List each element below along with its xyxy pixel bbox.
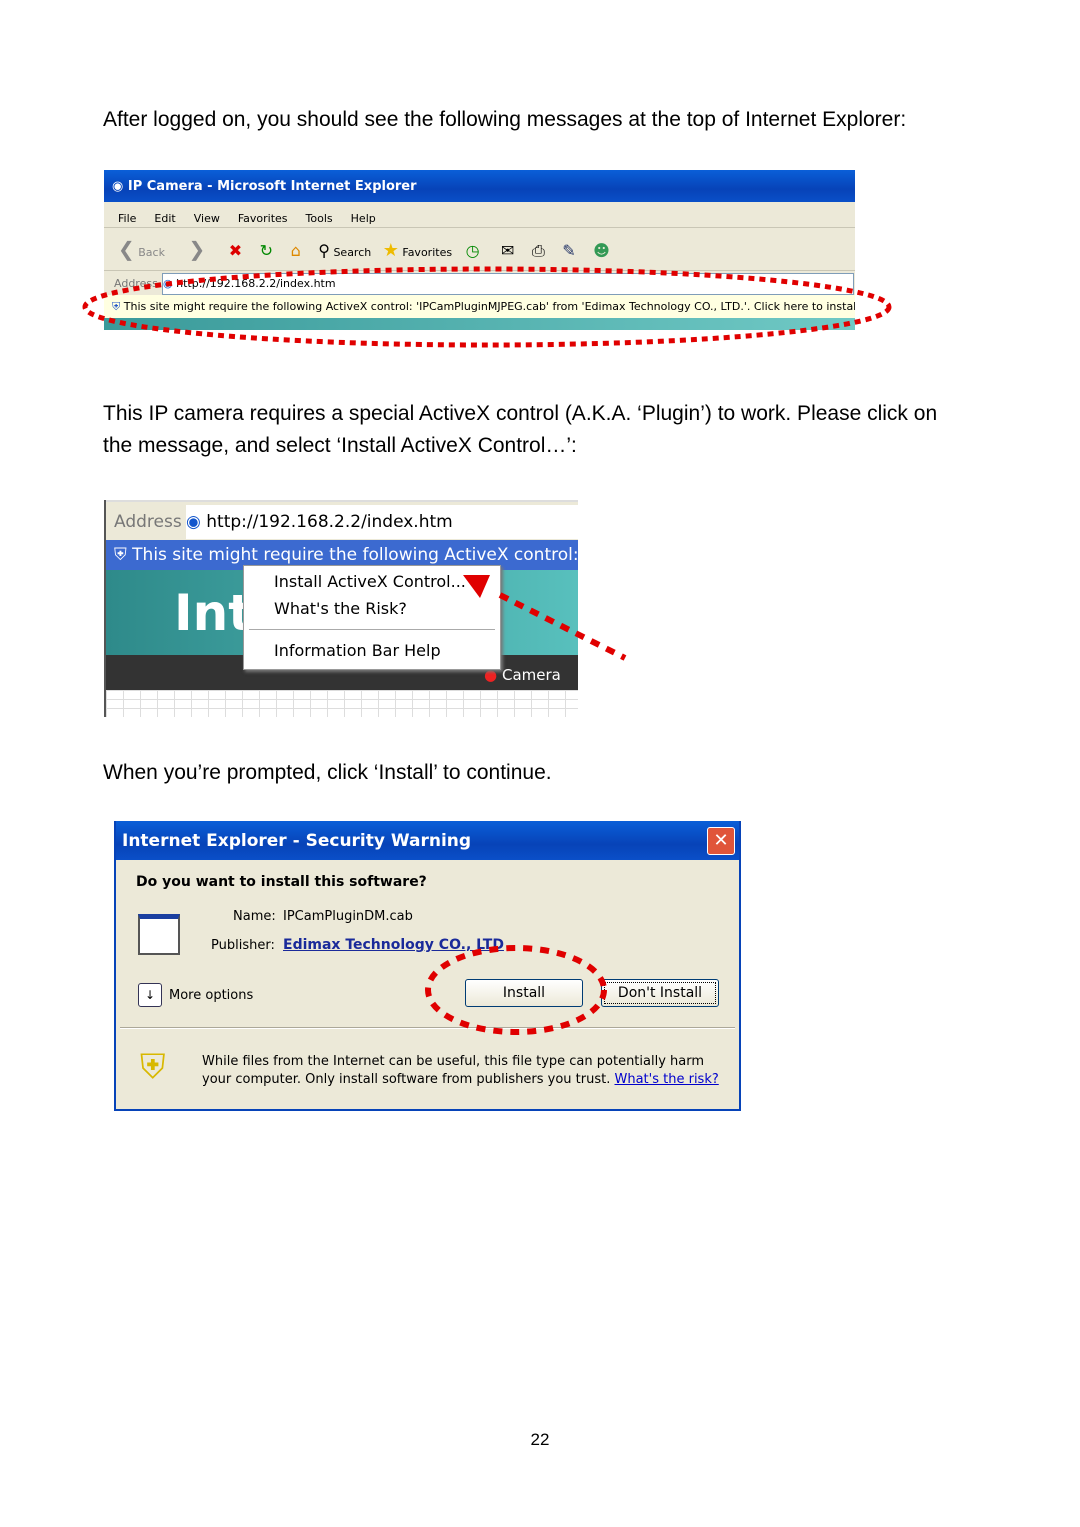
back-icon[interactable]: ❮ bbox=[118, 237, 135, 261]
shield-icon: ⛨ bbox=[114, 545, 127, 565]
file-name: IPCamPluginDM.cab bbox=[283, 909, 413, 924]
intro-text: After logged on, you should see the foll… bbox=[103, 108, 907, 131]
menu-bar: File Edit View Favorites Tools Help bbox=[118, 207, 394, 226]
search-icon[interactable]: ⚲ bbox=[318, 241, 330, 260]
warning-shield-icon: ⛨ bbox=[140, 1047, 166, 1087]
menu-favorites[interactable]: Favorites bbox=[238, 212, 288, 225]
whats-the-risk-link[interactable]: What's the risk? bbox=[615, 1072, 719, 1087]
document-page: After logged on, you should see the foll… bbox=[0, 0, 1080, 1527]
install-highlight-ellipse bbox=[425, 945, 607, 1035]
address-bar: Address ◉ http://192.168.2.2/index.htm bbox=[106, 500, 578, 542]
ie-icon: ◉ bbox=[112, 179, 124, 194]
window-title: IP Camera - Microsoft Internet Explorer bbox=[127, 179, 417, 194]
prompt-text: When you’re prompted, click ‘Install’ to… bbox=[103, 761, 552, 784]
messenger-icon[interactable]: ☻ bbox=[593, 241, 610, 260]
search-button[interactable]: Search bbox=[333, 246, 371, 259]
expand-chevron-icon[interactable]: ↓ bbox=[138, 983, 162, 1007]
print-icon[interactable]: ⎙ bbox=[532, 241, 545, 260]
menu-item-whats-the-risk[interactable]: What's the Risk? bbox=[274, 599, 407, 618]
menu-tools[interactable]: Tools bbox=[306, 212, 333, 225]
menu-view[interactable]: View bbox=[194, 212, 220, 225]
dont-install-button[interactable]: Don't Install bbox=[601, 979, 719, 1007]
warning-text: While files from the Internet can be use… bbox=[202, 1054, 719, 1087]
page-icon: ◉ bbox=[186, 512, 207, 532]
highlight-arrow bbox=[463, 575, 627, 661]
program-window-icon bbox=[138, 914, 180, 955]
stop-icon[interactable]: ✖ bbox=[229, 241, 242, 260]
menu-file[interactable]: File bbox=[118, 212, 136, 225]
menu-item-install-activex[interactable]: Install ActiveX Control... bbox=[274, 572, 466, 591]
history-icon[interactable]: ◷ bbox=[466, 241, 480, 260]
edit-icon[interactable]: ✎ bbox=[562, 241, 575, 260]
dialog-titlebar: Internet Explorer - Security Warning ✕ bbox=[116, 821, 739, 860]
mail-icon[interactable]: ✉ bbox=[501, 241, 514, 260]
dialog-question: Do you want to install this software? bbox=[136, 874, 427, 890]
close-button[interactable]: ✕ bbox=[707, 827, 735, 855]
page-number: 22 bbox=[530, 1430, 550, 1449]
home-icon[interactable]: ⌂ bbox=[291, 241, 301, 260]
instruction-line-1: This IP camera requires a special Active… bbox=[103, 402, 938, 425]
menu-item-info-bar-help[interactable]: Information Bar Help bbox=[274, 641, 441, 660]
address-input[interactable]: ◉ http://192.168.2.2/index.htm bbox=[186, 505, 578, 539]
menu-edit[interactable]: Edit bbox=[154, 212, 175, 225]
forward-icon[interactable]: ❯ bbox=[188, 237, 205, 261]
menu-help[interactable]: Help bbox=[351, 212, 376, 225]
favorites-button[interactable]: Favorites bbox=[402, 246, 452, 259]
favorites-star-icon[interactable]: ★ bbox=[383, 240, 399, 261]
refresh-icon[interactable]: ↻ bbox=[260, 241, 273, 260]
more-options-button[interactable]: More options bbox=[169, 988, 253, 1003]
back-button[interactable]: Back bbox=[138, 246, 165, 259]
highlight-ellipse bbox=[82, 266, 892, 348]
instruction-line-2: the message, and select ‘Install ActiveX… bbox=[103, 434, 577, 457]
